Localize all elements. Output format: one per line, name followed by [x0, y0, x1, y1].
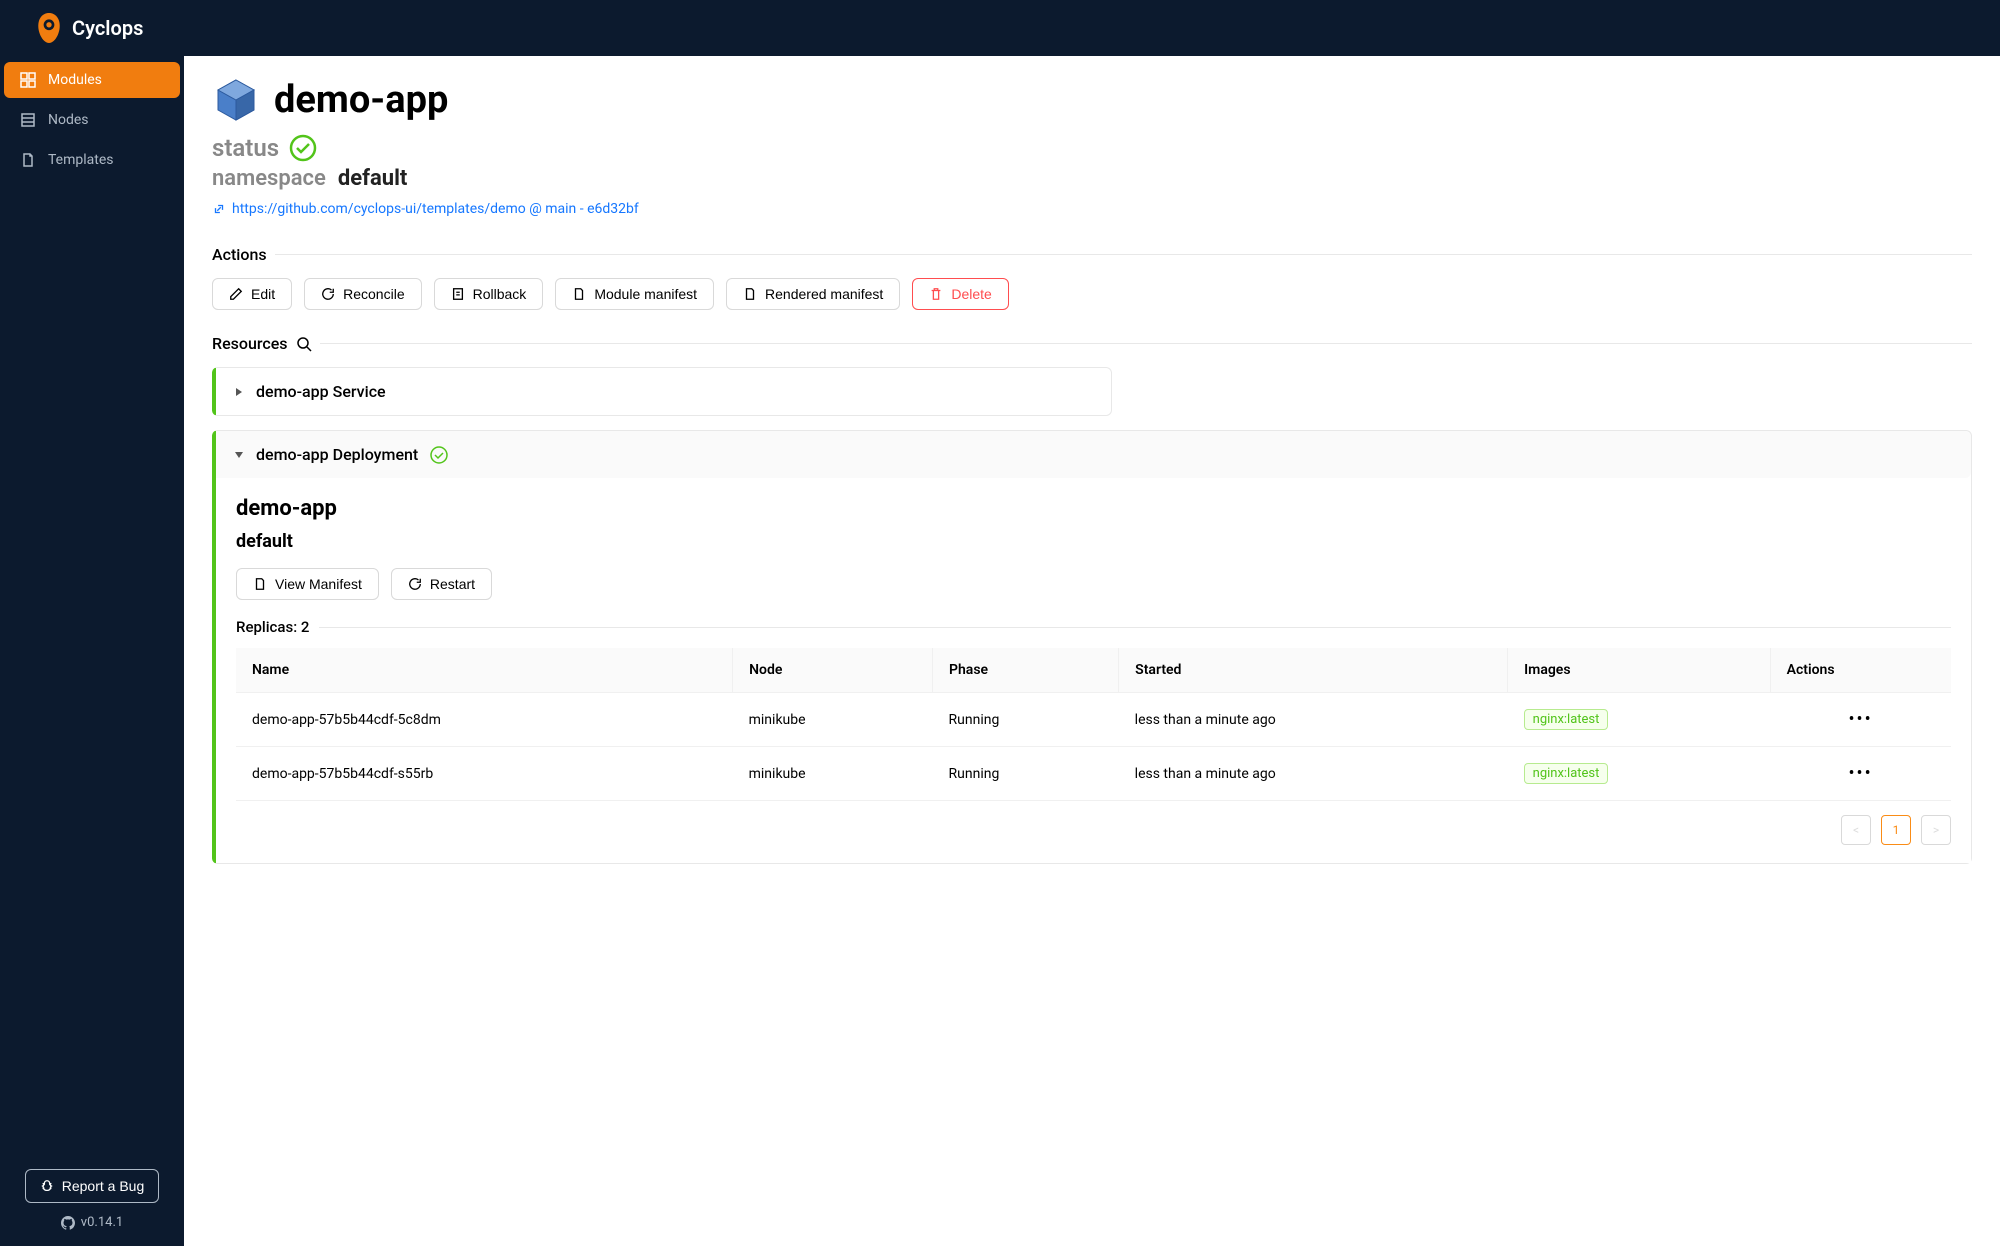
replicas-row: Replicas: 2: [236, 618, 1951, 636]
modules-icon: [20, 72, 36, 88]
edit-icon: [229, 287, 243, 301]
module-title: demo-app: [274, 78, 448, 122]
report-bug-button[interactable]: Report a Bug: [25, 1169, 160, 1203]
file-icon: [743, 287, 757, 301]
sidebar-item-label: Nodes: [48, 112, 89, 128]
brand-name: Cyclops: [72, 16, 143, 40]
page-number-button[interactable]: 1: [1881, 815, 1911, 845]
resource-service-panel: demo-app Service: [212, 367, 1112, 416]
pods-table: Name Node Phase Started Images Actions d…: [236, 648, 1951, 801]
sidebar-item-modules[interactable]: Modules: [4, 62, 180, 98]
pod-phase: Running: [933, 693, 1119, 747]
file-icon: [572, 287, 586, 301]
reconcile-button[interactable]: Reconcile: [304, 278, 421, 310]
deployment-namespace: default: [236, 531, 1951, 552]
namespace-value: default: [338, 166, 408, 191]
main-content: demo-app status namespace default https:…: [184, 56, 2000, 1246]
col-actions[interactable]: Actions: [1770, 648, 1951, 693]
pagination: < 1 >: [236, 815, 1951, 845]
pod-node: minikube: [733, 747, 933, 801]
page-next-button[interactable]: >: [1921, 815, 1951, 845]
row-actions-button[interactable]: •••: [1770, 693, 1951, 747]
row-actions-button[interactable]: •••: [1770, 747, 1951, 801]
sidebar-item-label: Modules: [48, 72, 102, 88]
module-header: demo-app: [212, 76, 1972, 124]
col-started[interactable]: Started: [1119, 648, 1508, 693]
github-icon: [61, 1216, 75, 1230]
bug-label: Report a Bug: [62, 1178, 145, 1194]
resource-deployment-header[interactable]: demo-app Deployment: [216, 431, 1971, 478]
deployment-name: demo-app: [236, 496, 1951, 521]
topbar: Cyclops: [0, 0, 2000, 56]
resource-title: demo-app Deployment: [256, 445, 418, 464]
pod-started: less than a minute ago: [1119, 747, 1508, 801]
search-icon[interactable]: [296, 336, 312, 352]
trash-icon: [929, 287, 943, 301]
col-name[interactable]: Name: [236, 648, 733, 693]
image-tag: nginx:latest: [1524, 709, 1609, 730]
resource-service-header[interactable]: demo-app Service: [216, 368, 1111, 415]
restart-icon: [408, 577, 422, 591]
status-check-icon: [289, 134, 317, 162]
col-images[interactable]: Images: [1508, 648, 1770, 693]
caret-down-icon: [234, 450, 244, 460]
brand-logo[interactable]: Cyclops: [36, 13, 143, 43]
resources-heading: Resources: [212, 334, 1972, 353]
table-row: demo-app-57b5b44cdf-5c8dm minikube Runni…: [236, 693, 1951, 747]
cyclops-logo-icon: [36, 13, 62, 43]
replicas-label: Replicas: 2: [236, 618, 309, 636]
pod-name: demo-app-57b5b44cdf-s55rb: [236, 747, 733, 801]
bug-icon: [40, 1179, 54, 1193]
actions-heading: Actions: [212, 245, 1972, 264]
pod-phase: Running: [933, 747, 1119, 801]
caret-right-icon: [234, 387, 244, 397]
module-manifest-button[interactable]: Module manifest: [555, 278, 714, 310]
module-cube-icon: [212, 76, 260, 124]
link-icon: [212, 202, 226, 216]
sidebar-item-templates[interactable]: Templates: [4, 142, 180, 178]
template-link[interactable]: https://github.com/cyclops-ui/templates/…: [212, 201, 1972, 217]
pod-started: less than a minute ago: [1119, 693, 1508, 747]
col-node[interactable]: Node: [733, 648, 933, 693]
edit-button[interactable]: Edit: [212, 278, 292, 310]
sidebar-item-label: Templates: [48, 152, 114, 168]
version-label: v0.14.1: [61, 1215, 123, 1230]
image-tag: nginx:latest: [1524, 763, 1609, 784]
resource-title: demo-app Service: [256, 382, 386, 401]
rollback-button[interactable]: Rollback: [434, 278, 544, 310]
page-prev-button[interactable]: <: [1841, 815, 1871, 845]
status-check-icon: [430, 446, 448, 464]
pod-name: demo-app-57b5b44cdf-5c8dm: [236, 693, 733, 747]
pod-node: minikube: [733, 693, 933, 747]
file-icon: [253, 577, 267, 591]
sidebar-item-nodes[interactable]: Nodes: [4, 102, 180, 138]
status-label: status: [212, 134, 279, 162]
sidebar: Modules Nodes Templates Report a Bug v0.…: [0, 56, 184, 1246]
table-row: demo-app-57b5b44cdf-s55rb minikube Runni…: [236, 747, 1951, 801]
rollback-icon: [451, 287, 465, 301]
namespace-label: namespace: [212, 166, 326, 191]
view-manifest-button[interactable]: View Manifest: [236, 568, 379, 600]
rendered-manifest-button[interactable]: Rendered manifest: [726, 278, 900, 310]
restart-button[interactable]: Restart: [391, 568, 492, 600]
resource-deployment-panel: demo-app Deployment demo-app default Vie…: [212, 430, 1972, 864]
col-phase[interactable]: Phase: [933, 648, 1119, 693]
reconcile-icon: [321, 287, 335, 301]
templates-icon: [20, 152, 36, 168]
nodes-icon: [20, 112, 36, 128]
delete-button[interactable]: Delete: [912, 278, 1008, 310]
